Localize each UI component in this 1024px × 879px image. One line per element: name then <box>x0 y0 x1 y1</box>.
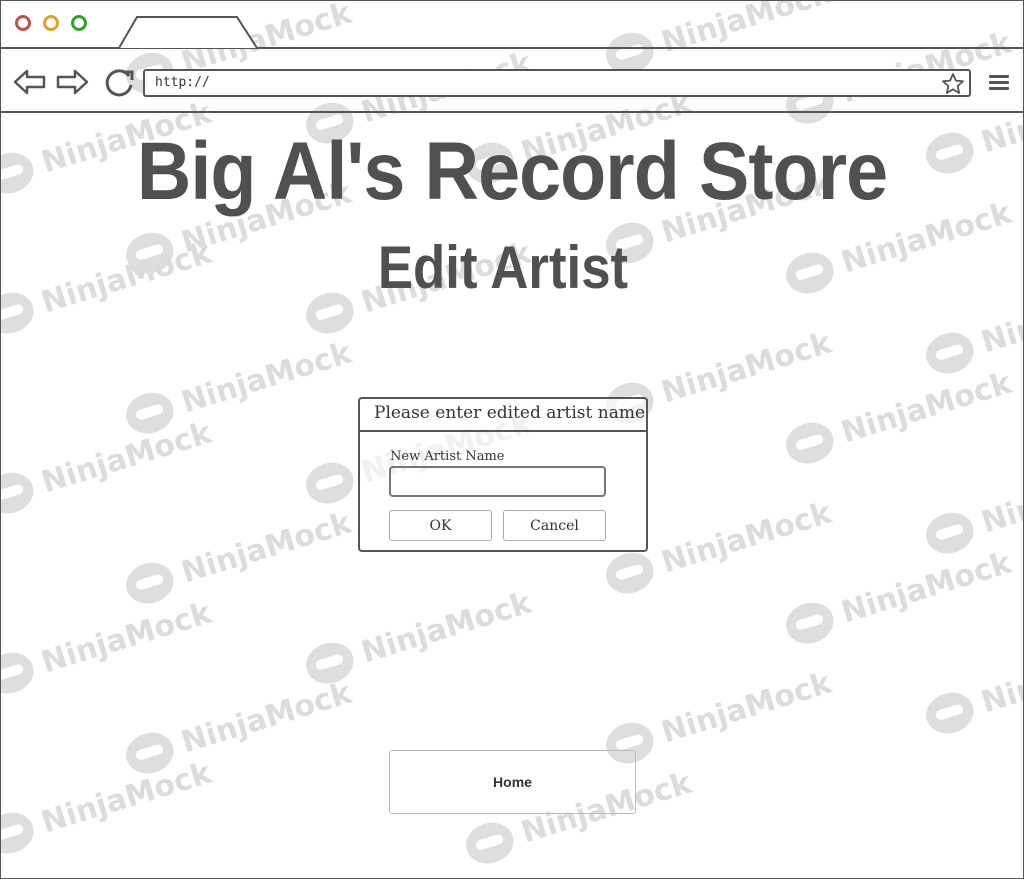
maximize-window-icon[interactable] <box>71 15 87 31</box>
browser-toolbar: http:// <box>1 49 1023 113</box>
page-title: Big Al's Record Store <box>136 126 888 217</box>
address-bar[interactable]: http:// <box>143 69 971 97</box>
url-text: http:// <box>155 75 210 90</box>
hamburger-menu-icon[interactable] <box>989 75 1009 91</box>
close-window-icon[interactable] <box>15 15 31 31</box>
browser-tab[interactable] <box>119 15 259 49</box>
back-arrow-icon[interactable] <box>13 69 47 95</box>
page-subtitle: Edit Artist <box>377 234 629 301</box>
artist-name-label: New Artist Name <box>390 449 505 464</box>
artist-name-input[interactable] <box>389 466 606 497</box>
dialog-header: Please enter edited artist name <box>360 399 646 432</box>
star-icon[interactable] <box>941 72 965 96</box>
cancel-button[interactable]: Cancel <box>503 510 606 541</box>
home-button[interactable]: Home <box>389 750 636 814</box>
tab-bar <box>1 1 1023 49</box>
reload-icon[interactable] <box>103 67 137 97</box>
minimize-window-icon[interactable] <box>43 15 59 31</box>
edit-artist-dialog: Please enter edited artist name New Arti… <box>358 397 648 552</box>
forward-arrow-icon[interactable] <box>55 69 89 95</box>
browser-window: NinjaMock NinjaMock NinjaMock NinjaMock … <box>0 0 1024 879</box>
ok-button[interactable]: OK <box>389 510 492 541</box>
page-content: Big Al's Record Store Edit Artist Please… <box>1 113 1023 878</box>
